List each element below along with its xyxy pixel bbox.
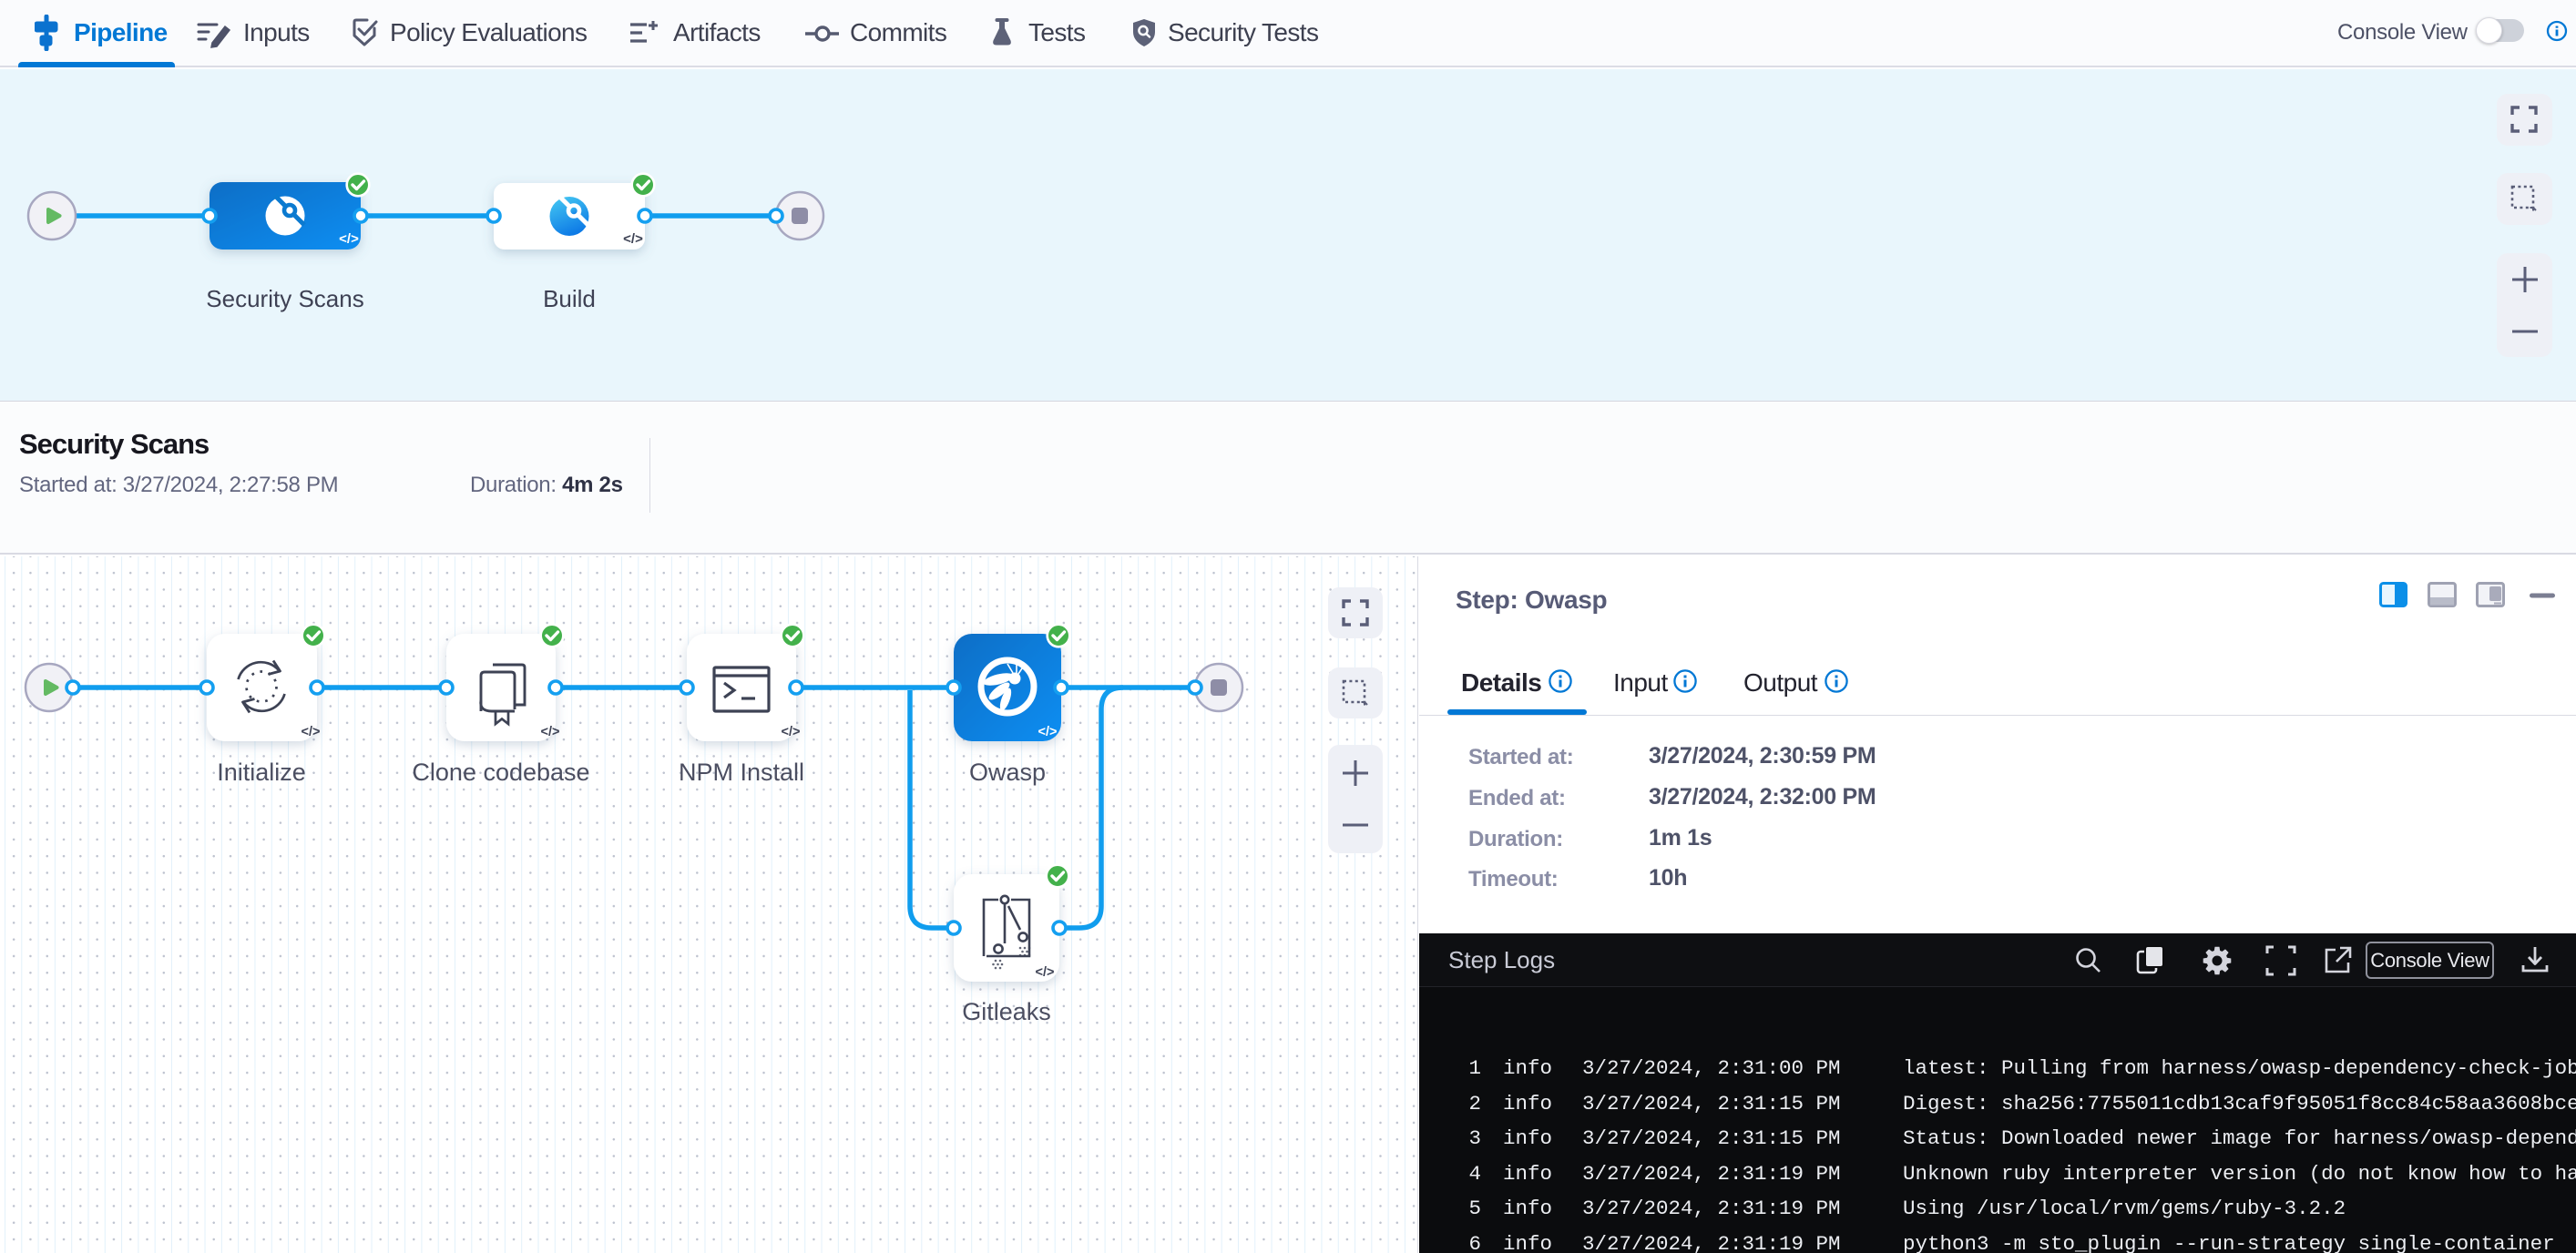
svg-text:Clone codebase: Clone codebase <box>412 759 589 786</box>
svg-text:Gitleaks: Gitleaks <box>962 998 1051 1025</box>
svg-text:</>: </> <box>623 231 643 247</box>
svg-text:Initialize: Initialize <box>217 759 306 786</box>
svg-text:</>: </> <box>541 725 560 739</box>
svg-text:</>: </> <box>1036 965 1055 980</box>
svg-text:Owasp: Owasp <box>969 759 1046 786</box>
svg-text:</>: </> <box>302 725 321 739</box>
svg-text:Security Scans: Security Scans <box>206 285 363 312</box>
svg-text:</>: </> <box>339 231 359 247</box>
svg-text:</>: </> <box>782 725 801 739</box>
svg-text:</>: </> <box>1038 725 1058 739</box>
svg-text:NPM Install: NPM Install <box>679 759 804 786</box>
svg-text:Build: Build <box>543 285 596 312</box>
